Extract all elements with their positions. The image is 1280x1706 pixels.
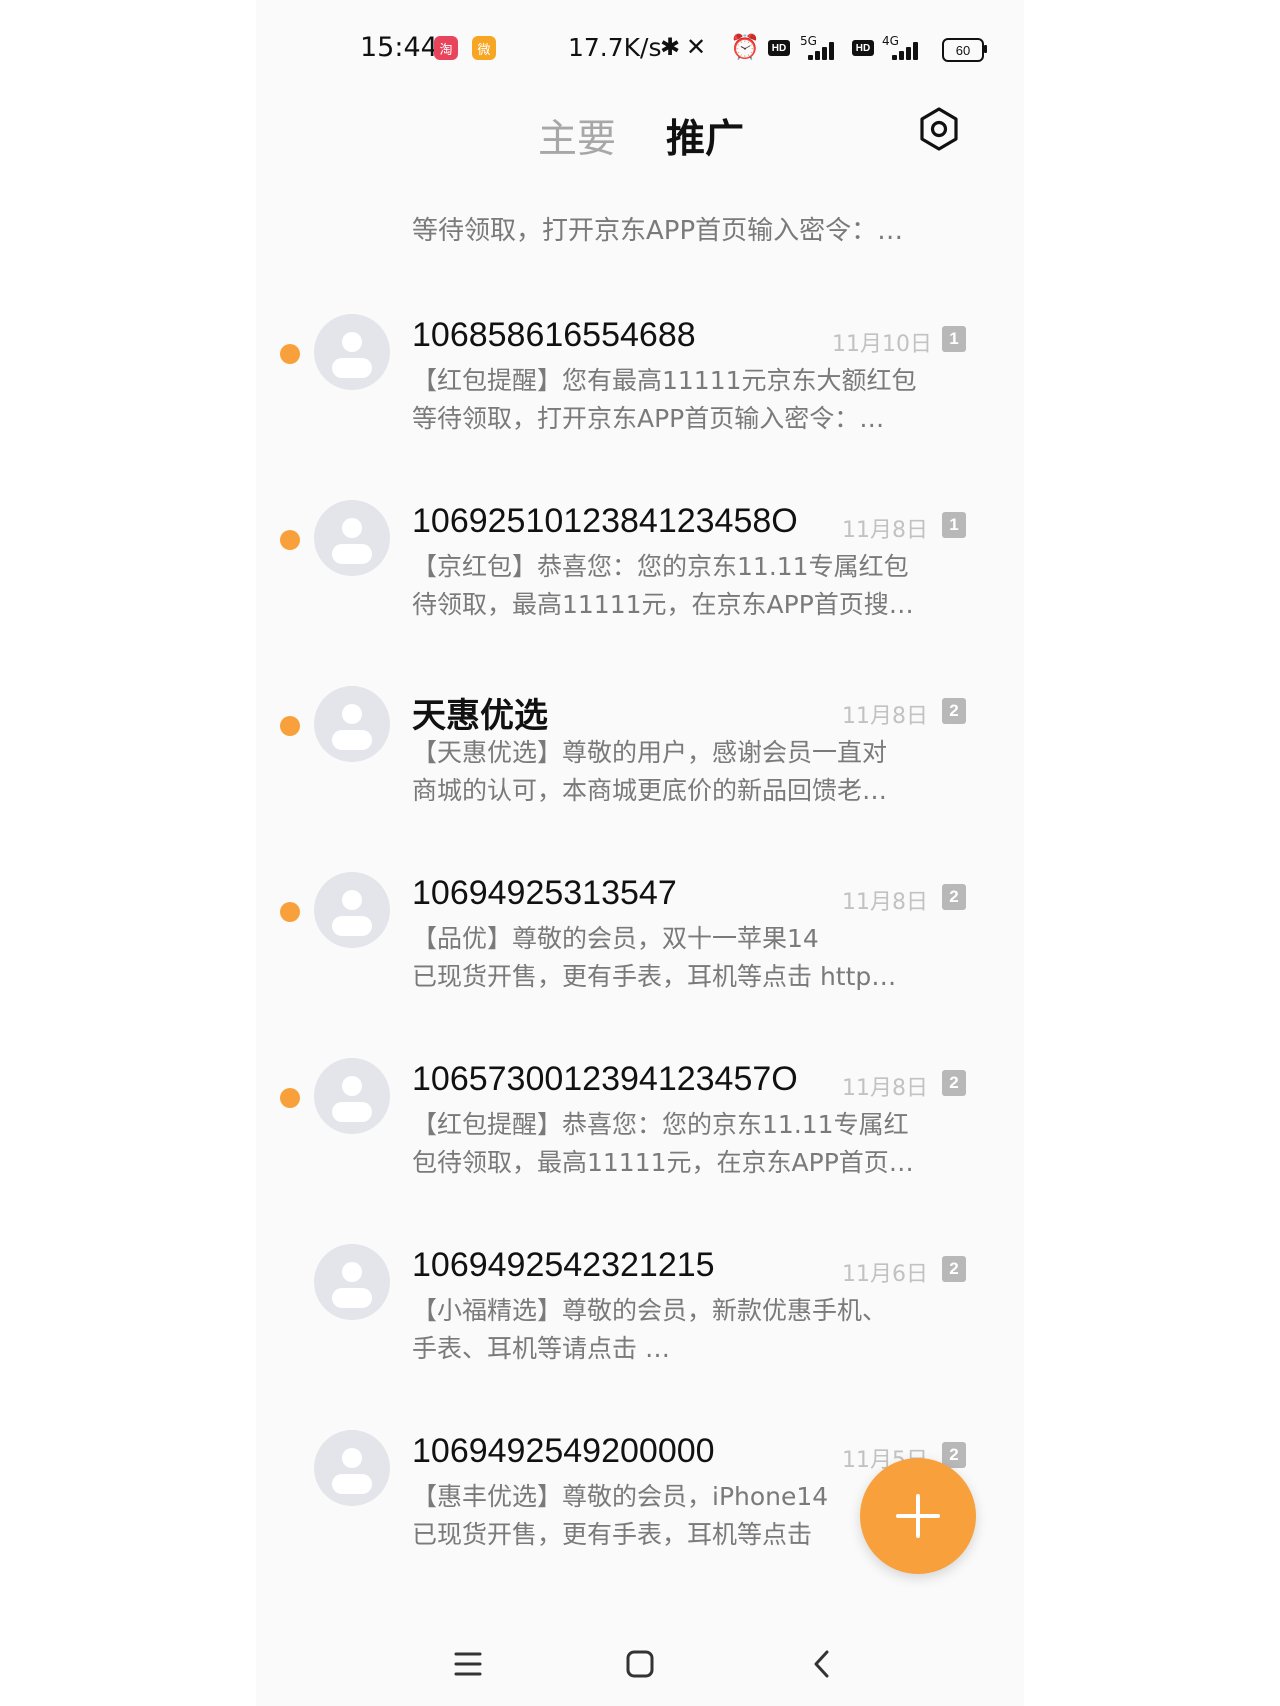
phone-screen: 15:44 淘 微 17.7K/s ✱ ✕ ⏰ HD 5G HD 4G 60 主… bbox=[256, 0, 1024, 1706]
signal-icon bbox=[888, 40, 924, 60]
list-item[interactable]: 106858616554688 11月10日 1 【红包提醒】您有最高11111… bbox=[256, 294, 1024, 480]
message-preview: 等待领取，打开京东APP首页输入密令：… bbox=[412, 216, 904, 246]
message-preview: 【品优】尊敬的会员，双十一苹果14 已现货开售，更有手表，耳机等点击 http… bbox=[412, 924, 897, 991]
unread-dot bbox=[280, 716, 300, 736]
avatar[interactable] bbox=[314, 1058, 390, 1134]
signal-icon bbox=[804, 40, 840, 60]
menu-icon[interactable] bbox=[448, 1644, 488, 1684]
sim-2-icon: 2 bbox=[942, 698, 966, 724]
unread-dot bbox=[280, 902, 300, 922]
back-icon[interactable] bbox=[802, 1644, 842, 1684]
message-preview: 【红包提醒】您有最高11111元京东大额红包 等待领取，打开京东APP首页输入密令… bbox=[412, 366, 917, 433]
header: 主要 推广 bbox=[256, 96, 1024, 186]
tab-promotions[interactable]: 推广 bbox=[666, 108, 744, 164]
message-preview: 【红包提醒】恭喜您：您的京东11.11专属红 包待领取，最高11111元，在京东A… bbox=[412, 1110, 914, 1177]
sender-name: 10694925313547 bbox=[412, 874, 677, 912]
message-preview: 【天惠优选】尊敬的用户，感谢会员一直对 商城的认可，本商城更底价的新品回馈老… bbox=[412, 738, 888, 805]
avatar[interactable] bbox=[314, 1244, 390, 1320]
list-item[interactable]: 1065730012394123457O 11月8日 2 【红包提醒】恭喜您：您… bbox=[256, 1038, 1024, 1224]
vibrate-off-icon: ✕ bbox=[686, 33, 707, 61]
sender-name: 1069251012384123458O bbox=[412, 502, 798, 540]
home-icon[interactable] bbox=[620, 1644, 660, 1684]
status-time: 15:44 bbox=[360, 32, 438, 63]
sim-1-icon: 1 bbox=[942, 326, 966, 352]
navigation-bar bbox=[256, 1618, 1024, 1706]
message-date: 11月10日 bbox=[832, 332, 932, 357]
taobao-app-icon: 淘 bbox=[434, 36, 458, 60]
sender-name: 106858616554688 bbox=[412, 316, 696, 354]
status-bar: 15:44 淘 微 17.7K/s ✱ ✕ ⏰ HD 5G HD 4G 60 bbox=[256, 0, 1024, 96]
battery-cap bbox=[984, 45, 987, 53]
unread-dot bbox=[280, 530, 300, 550]
avatar[interactable] bbox=[314, 1430, 390, 1506]
unread-dot bbox=[280, 1088, 300, 1108]
avatar[interactable] bbox=[314, 314, 390, 390]
message-preview: 【小福精选】尊敬的会员，新款优惠手机、 手表、耳机等请点击 … bbox=[412, 1296, 888, 1363]
avatar[interactable] bbox=[314, 872, 390, 948]
sim-2-icon: 2 bbox=[942, 884, 966, 910]
hd-icon: HD bbox=[852, 40, 874, 56]
tab-main[interactable]: 主要 bbox=[538, 108, 616, 164]
list-item[interactable]: 1069492542321215 11月6日 2 【小福精选】尊敬的会员，新款优… bbox=[256, 1224, 1024, 1410]
sender-name: 天惠优选 bbox=[412, 696, 548, 736]
sim-2-icon: 2 bbox=[942, 1256, 966, 1282]
list-item[interactable]: 1069251012384123458O 11月8日 1 【京红包】恭喜您：您的… bbox=[256, 480, 1024, 666]
plus-icon bbox=[896, 1494, 940, 1538]
message-date: 11月8日 bbox=[842, 1076, 928, 1101]
sender-name: 1069492549200000 bbox=[412, 1432, 715, 1470]
alarm-icon: ⏰ bbox=[730, 33, 760, 61]
message-date: 11月8日 bbox=[842, 704, 928, 729]
list-item[interactable]: 等待领取，打开京东APP首页输入密令：… bbox=[256, 186, 1024, 246]
message-preview: 【京红包】恭喜您：您的京东11.11专属红包 待领取，最高11111元，在京东AP… bbox=[412, 552, 914, 619]
list-item[interactable]: 天惠优选 11月8日 2 【天惠优选】尊敬的用户，感谢会员一直对 商城的认可，本商… bbox=[256, 666, 1024, 852]
sim-1-icon: 1 bbox=[942, 512, 966, 538]
message-date: 11月8日 bbox=[842, 890, 928, 915]
sim-2-icon: 2 bbox=[942, 1070, 966, 1096]
compose-button[interactable] bbox=[860, 1458, 976, 1574]
avatar[interactable] bbox=[314, 686, 390, 762]
sender-name: 1065730012394123457O bbox=[412, 1060, 798, 1098]
unread-dot bbox=[280, 344, 300, 364]
message-date: 11月8日 bbox=[842, 518, 928, 543]
hd-icon: HD bbox=[768, 40, 790, 56]
avatar[interactable] bbox=[314, 500, 390, 576]
sender-name: 1069492542321215 bbox=[412, 1246, 715, 1284]
message-preview: 【惠丰优选】尊敬的会员，iPhone14 已现货开售，更有手表，耳机等点击 bbox=[412, 1482, 829, 1549]
message-date: 11月6日 bbox=[842, 1262, 928, 1287]
list-item[interactable]: 10694925313547 11月8日 2 【品优】尊敬的会员，双十一苹果14… bbox=[256, 852, 1024, 1038]
network-speed: 17.7K/s bbox=[568, 33, 662, 62]
battery-icon: 60 bbox=[942, 38, 984, 62]
weibo-app-icon: 微 bbox=[472, 36, 496, 60]
settings-icon[interactable] bbox=[916, 106, 962, 152]
message-list[interactable]: 等待领取，打开京东APP首页输入密令：… 106858616554688 11月… bbox=[256, 186, 1024, 1616]
bluetooth-icon: ✱ bbox=[660, 33, 681, 61]
